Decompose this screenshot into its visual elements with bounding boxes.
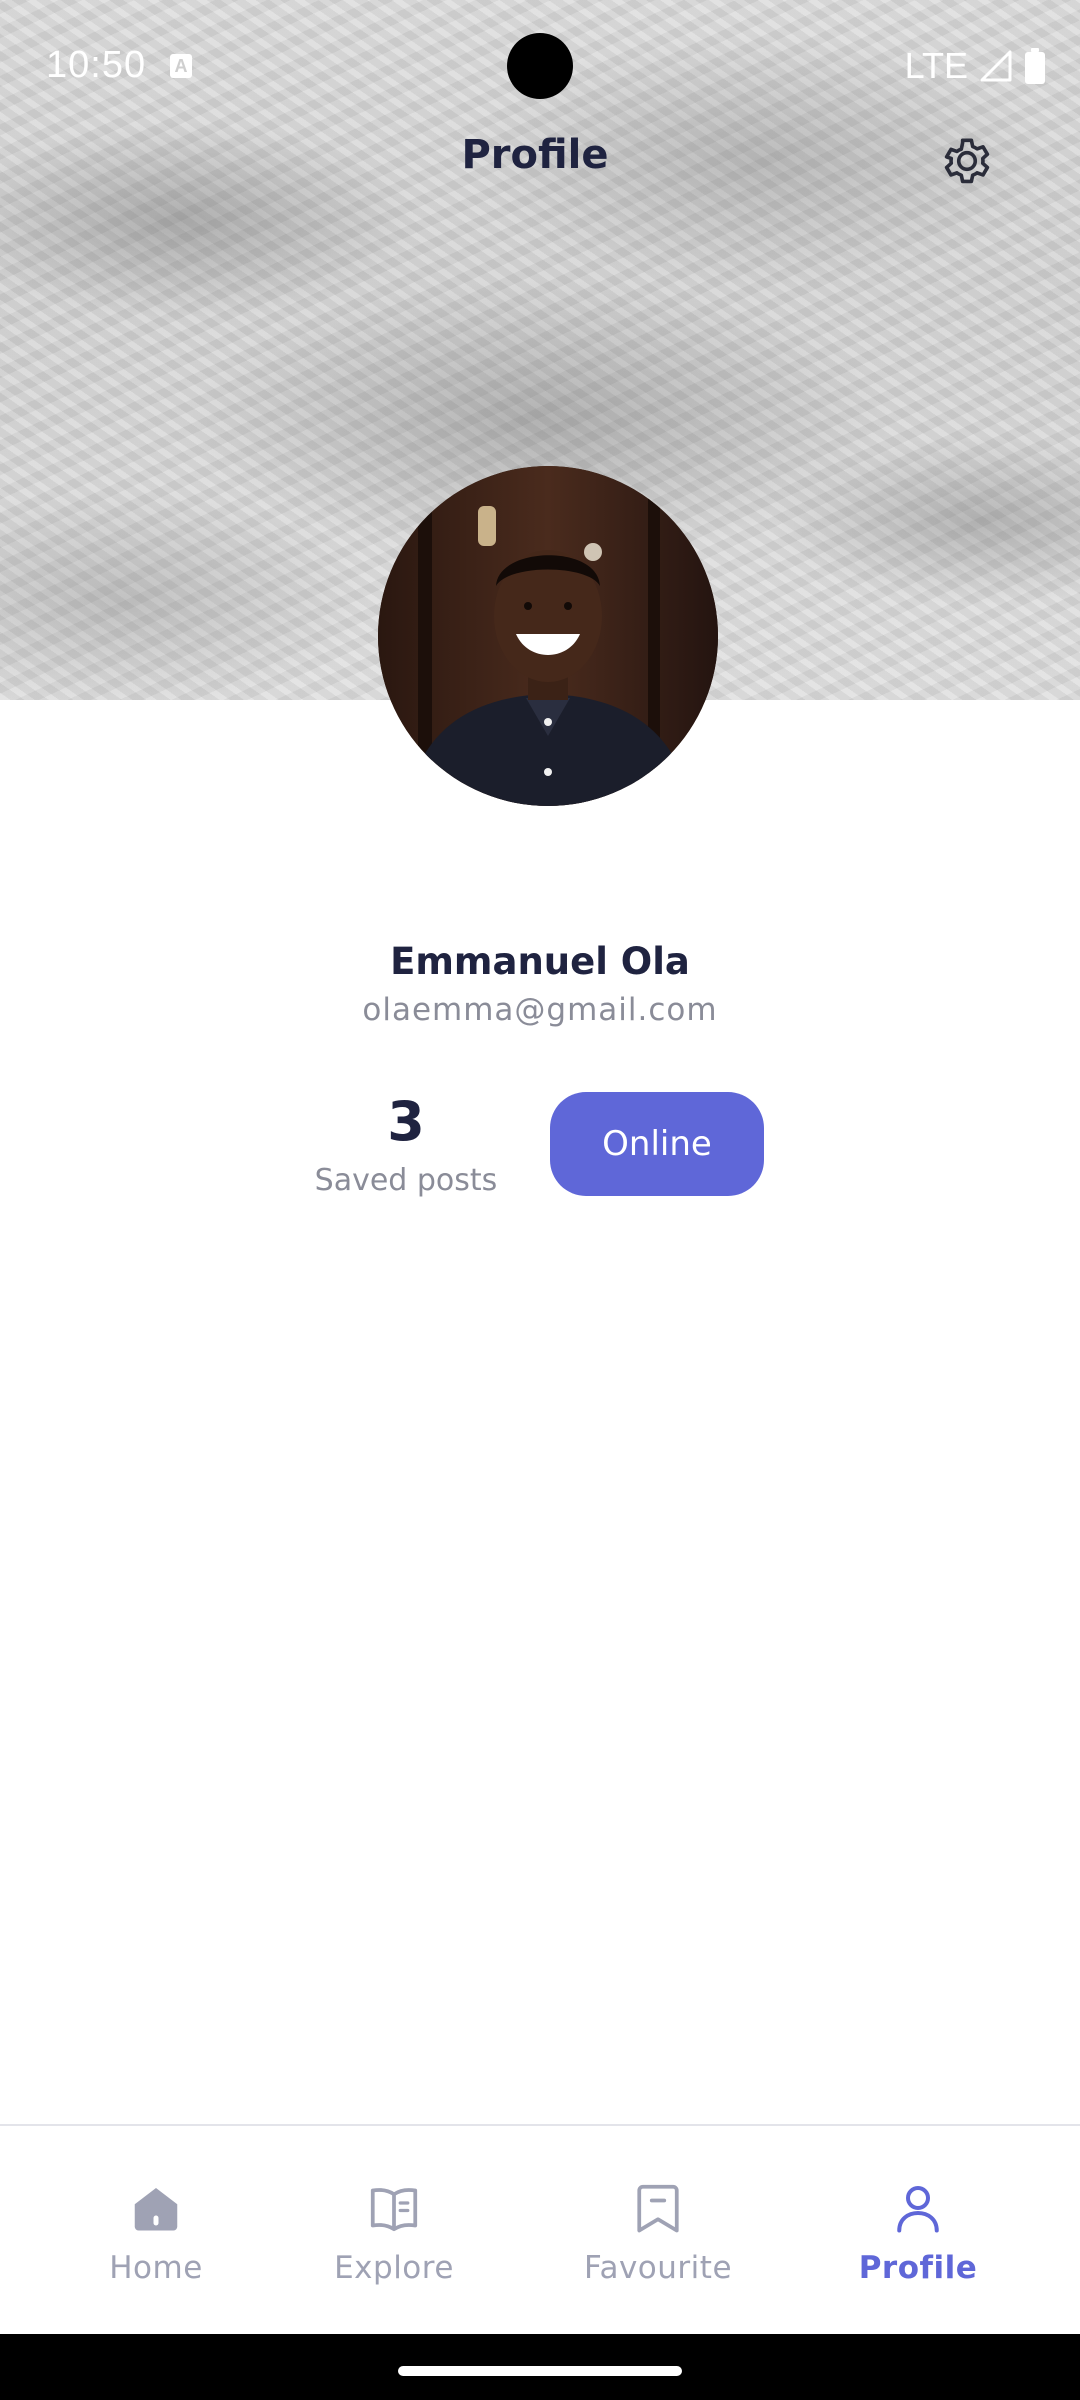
bookmark-icon — [637, 2184, 679, 2233]
status-bar: 10:50 A LTE — [0, 0, 1080, 130]
gear-icon — [944, 138, 990, 184]
nav-label-explore: Explore — [334, 2250, 454, 2286]
home-indicator[interactable] — [398, 2366, 682, 2376]
nav-item-home[interactable]: Home — [36, 2126, 276, 2336]
system-nav-bar — [0, 2334, 1080, 2400]
status-time: 10:50 — [46, 44, 147, 86]
settings-button[interactable] — [936, 130, 998, 192]
avatar[interactable] — [378, 466, 718, 806]
online-status-badge[interactable]: Online — [550, 1092, 764, 1196]
nav-label-profile: Profile — [858, 2250, 978, 2286]
saved-posts-count: 3 — [387, 1090, 425, 1153]
nav-item-explore[interactable]: Explore — [274, 2126, 514, 2336]
profile-email: olaemma@gmail.com — [362, 992, 718, 1028]
avatar-photo — [378, 466, 718, 806]
nav-item-favourite[interactable]: Favourite — [538, 2126, 778, 2336]
network-type: LTE — [904, 45, 968, 86]
notification-a-icon: A — [170, 54, 192, 78]
bottom-nav: Home Explore Favourite Profile — [0, 2124, 1080, 2336]
nav-label-favourite: Favourite — [583, 2250, 733, 2286]
book-icon — [370, 2188, 418, 2232]
nav-label-home: Home — [109, 2250, 203, 2286]
status-indicators: LTE — [905, 44, 1046, 88]
camera-cutout — [507, 33, 573, 99]
battery-icon — [1024, 48, 1046, 84]
user-icon — [897, 2186, 939, 2233]
signal-icon — [980, 50, 1012, 82]
saved-posts-label: Saved posts — [314, 1163, 498, 1198]
nav-item-profile[interactable]: Profile — [798, 2126, 1038, 2336]
home-icon — [134, 2188, 178, 2231]
profile-name: Emmanuel Ola — [390, 940, 690, 983]
profile-screen: 10:50 A LTE Profile Emmanuel Ola olaemma… — [0, 0, 1080, 2400]
page-title: Profile — [461, 132, 609, 178]
